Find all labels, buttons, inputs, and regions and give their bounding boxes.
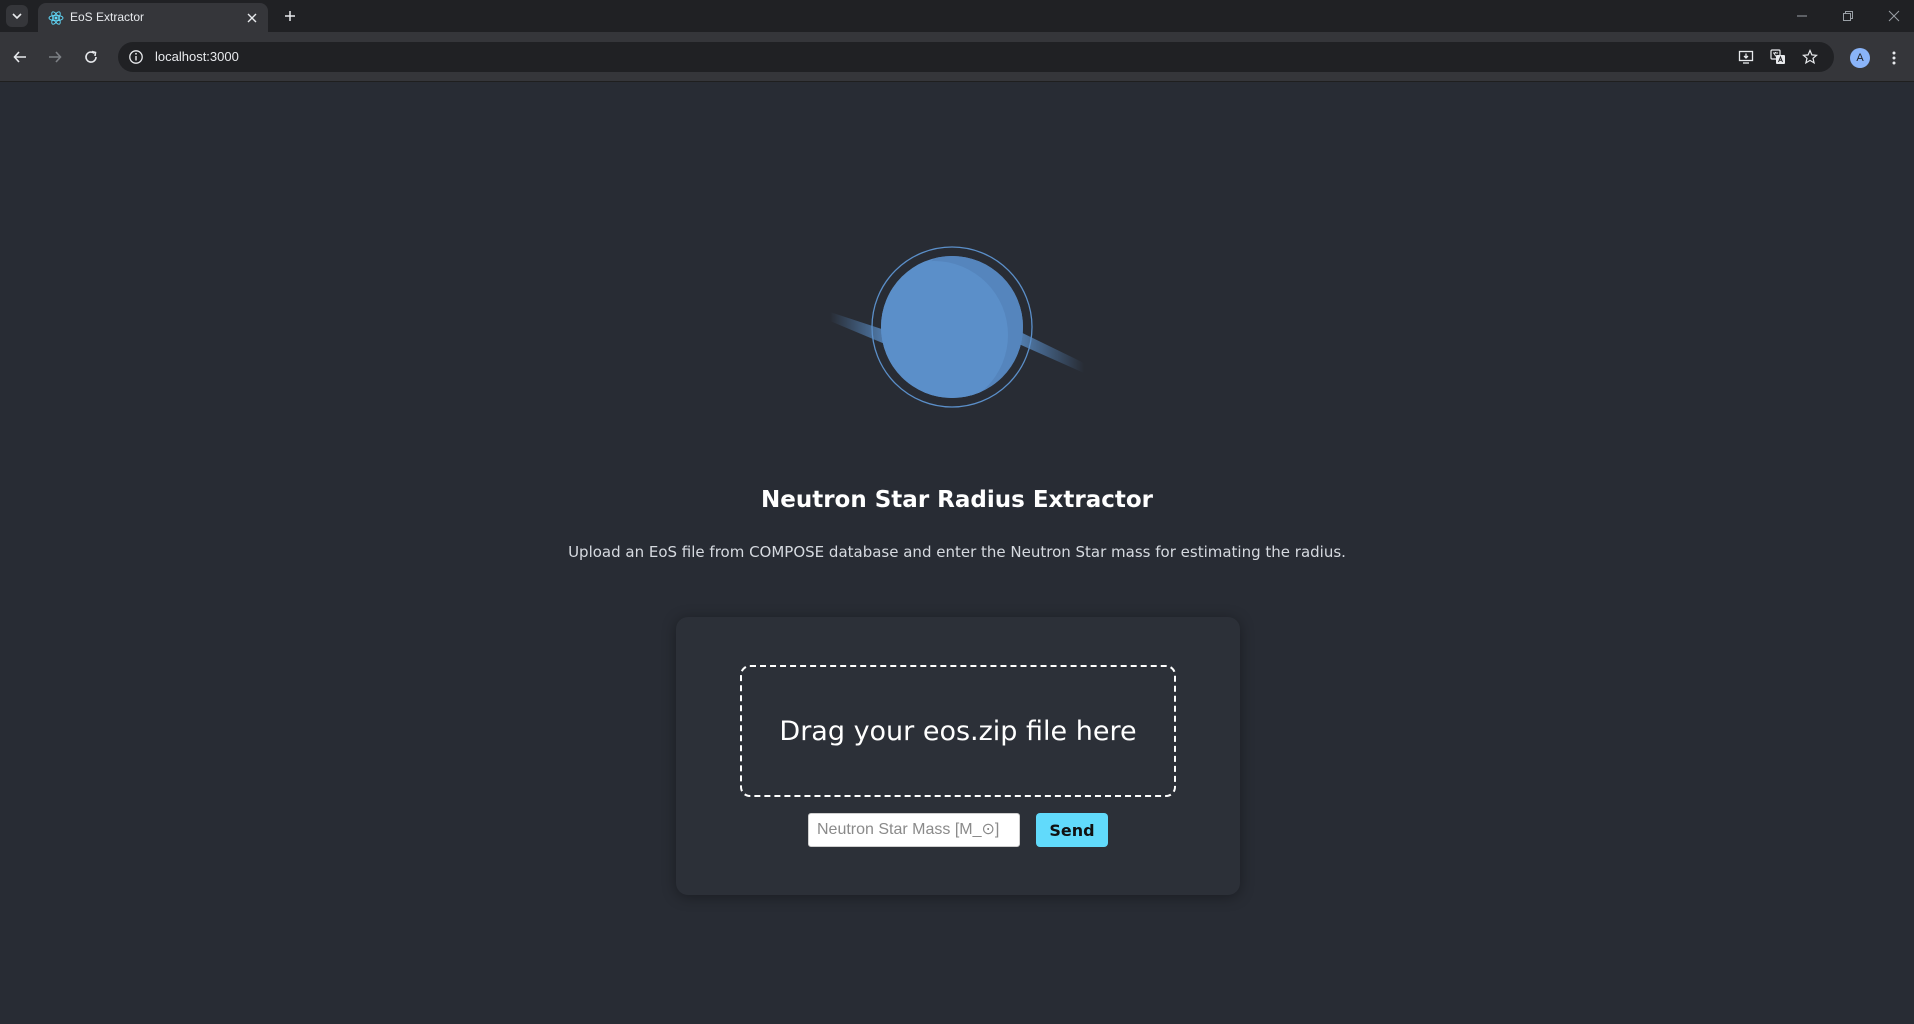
- arrow-right-icon: [49, 51, 62, 63]
- restore-icon: [1843, 11, 1853, 21]
- address-bar[interactable]: localhost:3000: [118, 42, 1834, 72]
- new-tab-button[interactable]: [280, 6, 300, 26]
- page-subtitle: Upload an EoS file from COMPOSE database…: [568, 543, 1346, 561]
- send-button[interactable]: Send: [1036, 813, 1108, 847]
- dropzone-label: Drag your eos.zip file here: [779, 715, 1137, 747]
- browser-tab-bar: EoS Extractor: [0, 0, 1914, 32]
- neutron-star-logo: [830, 246, 1084, 408]
- arrow-left-icon: [13, 51, 26, 63]
- install-app-icon: [1738, 50, 1754, 64]
- minimize-button[interactable]: [1792, 6, 1812, 26]
- browser-menu-button[interactable]: [1884, 47, 1904, 69]
- tab-list-button[interactable]: [6, 5, 28, 27]
- tab-title: EoS Extractor: [70, 10, 145, 24]
- browser-tab[interactable]: EoS Extractor: [38, 3, 268, 32]
- page-title: Neutron Star Radius Extractor: [761, 487, 1153, 513]
- browser-toolbar: localhost:3000 A: [0, 32, 1914, 82]
- install-app-button[interactable]: [1738, 49, 1754, 65]
- close-icon: [1888, 10, 1900, 22]
- close-icon: [247, 13, 257, 23]
- info-icon[interactable]: [128, 49, 144, 65]
- kebab-menu-icon: [1892, 51, 1896, 65]
- url-text[interactable]: localhost:3000: [155, 49, 239, 64]
- forward-button[interactable]: [43, 45, 67, 69]
- react-logo-icon: [48, 11, 64, 25]
- star-icon: [1802, 49, 1818, 65]
- bookmark-button[interactable]: [1802, 49, 1818, 65]
- neutron-star-mass-input[interactable]: [808, 813, 1020, 847]
- translate-button[interactable]: [1770, 49, 1786, 65]
- back-button[interactable]: [8, 45, 32, 69]
- chevron-down-icon: [12, 13, 22, 20]
- translate-icon: [1770, 49, 1785, 64]
- reload-button[interactable]: [79, 45, 103, 69]
- restore-button[interactable]: [1838, 6, 1858, 26]
- profile-avatar[interactable]: A: [1850, 48, 1870, 68]
- upload-card: Drag your eos.zip file here Send: [676, 617, 1240, 895]
- close-window-button[interactable]: [1884, 6, 1904, 26]
- file-dropzone[interactable]: Drag your eos.zip file here: [740, 665, 1176, 797]
- plus-icon: [285, 11, 295, 21]
- tab-close-button[interactable]: [244, 10, 260, 26]
- minimize-icon: [1797, 15, 1807, 17]
- reload-icon: [85, 50, 97, 63]
- page-content: Neutron Star Radius Extractor Upload an …: [0, 83, 1914, 1024]
